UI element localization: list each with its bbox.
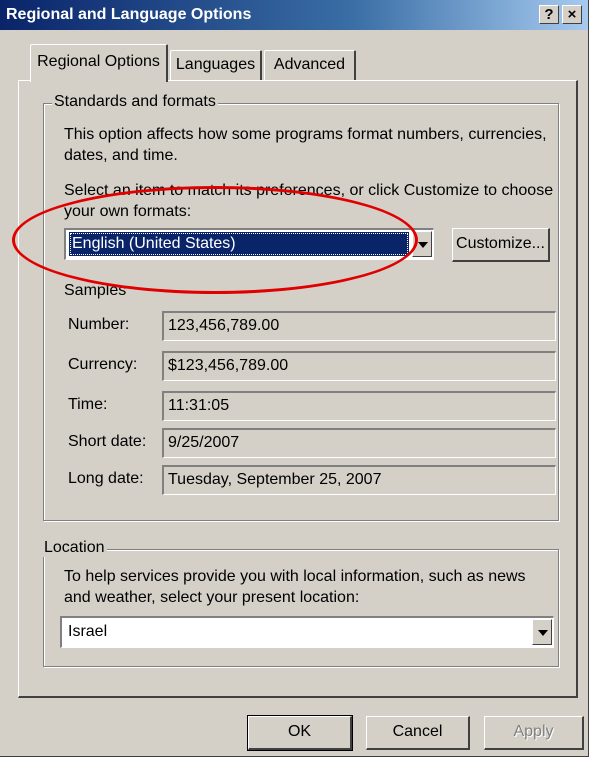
location-groupbox: Location To help services provide you wi…	[42, 539, 559, 667]
standards-groupbox: Standards and formats This option affect…	[43, 93, 559, 521]
tab-panel: Standards and formats This option affect…	[18, 80, 578, 698]
customize-button[interactable]: Customize...	[452, 228, 550, 262]
sample-value-number: 123,456,789.00	[162, 311, 556, 341]
tab-regional-options[interactable]: Regional Options	[30, 44, 168, 82]
cancel-button[interactable]: Cancel	[366, 716, 470, 750]
location-select[interactable]: Israel	[60, 616, 554, 648]
sample-value-currency: $123,456,789.00	[162, 351, 556, 381]
sample-label-time: Time:	[68, 396, 108, 413]
window-title: Regional and Language Options	[6, 6, 252, 23]
ok-button[interactable]: OK	[247, 715, 353, 751]
sample-value-long-date: Tuesday, September 25, 2007	[162, 465, 556, 495]
sample-label-currency: Currency:	[68, 356, 138, 373]
select-prompt: Select an item to match its preferences,…	[64, 182, 554, 220]
chevron-down-icon[interactable]	[412, 231, 432, 257]
tab-advanced[interactable]: Advanced	[264, 50, 356, 80]
samples-label: Samples	[64, 282, 127, 299]
sample-label-short-date: Short date:	[68, 433, 147, 450]
location-select-value: Israel	[68, 623, 108, 640]
sample-value-time: 11:31:05	[162, 391, 556, 421]
sample-label-number: Number:	[68, 316, 130, 333]
close-button[interactable]: ×	[562, 5, 582, 24]
format-select[interactable]: English (United States)	[64, 228, 434, 260]
chevron-down-icon[interactable]	[532, 619, 552, 645]
regional-options-dialog: Regional and Language Options ? × Region…	[0, 0, 589, 757]
title-bar[interactable]: Regional and Language Options ? ×	[0, 0, 588, 30]
location-legend: Location	[42, 539, 107, 557]
apply-button[interactable]: Apply	[484, 716, 584, 750]
standards-description: This option affects how some programs fo…	[64, 126, 547, 164]
sample-value-short-date: 9/25/2007	[162, 428, 556, 458]
help-button[interactable]: ?	[539, 5, 559, 24]
standards-legend: Standards and formats	[52, 93, 218, 111]
sample-label-long-date: Long date:	[68, 470, 144, 487]
format-select-value: English (United States)	[69, 232, 409, 256]
tab-languages[interactable]: Languages	[170, 50, 262, 80]
location-description: To help services provide you with local …	[64, 568, 526, 606]
